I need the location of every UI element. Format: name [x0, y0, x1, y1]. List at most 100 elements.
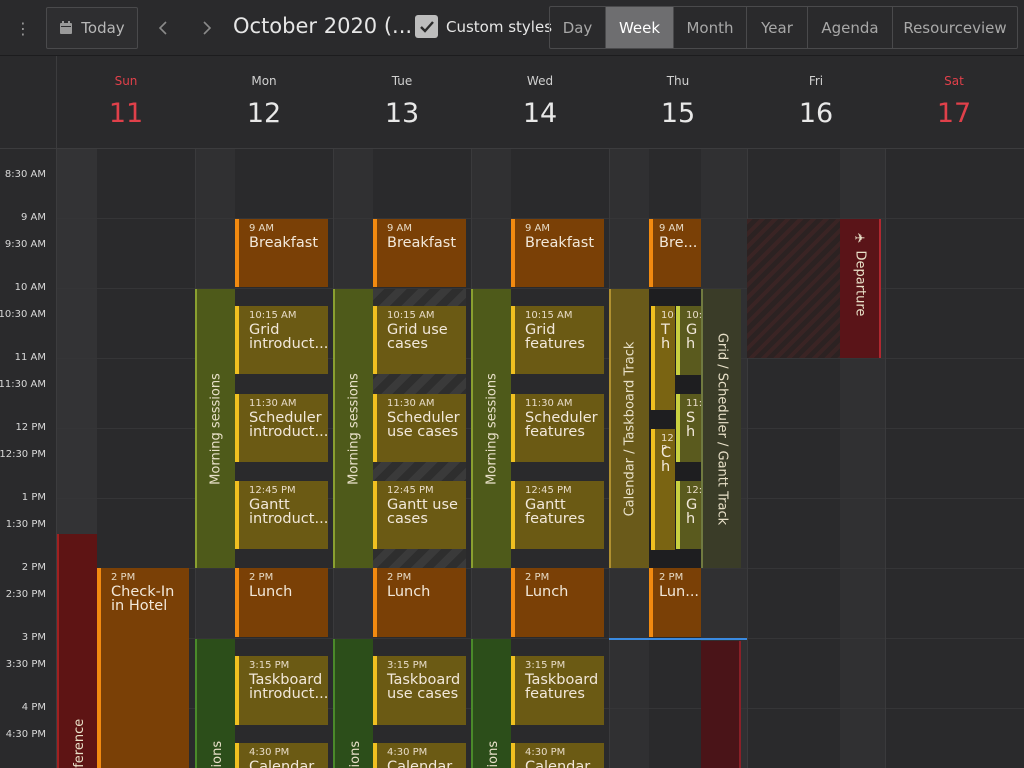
time-label: 4 PM [21, 702, 46, 713]
event-grid-scheduler-gantt-track[interactable]: Grid / Scheduler / Gantt Track [701, 289, 741, 568]
departure-content: ✈ Departure [852, 232, 867, 317]
event-scheduler-use-cases[interactable]: 11:30 AM Scheduler use cases [373, 394, 466, 462]
day-number: 14 [522, 98, 558, 129]
view-day-button[interactable]: Day [550, 7, 606, 48]
event-title: Lunch [387, 584, 431, 600]
view-month-button[interactable]: Month [674, 7, 747, 48]
day-number: 17 [936, 98, 972, 129]
event-breakfast-mon[interactable]: 9 AM Breakfast [235, 219, 328, 287]
day-name: Mon [251, 74, 277, 88]
event-calendar-mon[interactable]: 4:30 PM Calendar [235, 743, 328, 768]
view-year-button[interactable]: Year [747, 7, 808, 48]
day-number: 13 [384, 98, 420, 129]
event-title: Breakfast [525, 235, 595, 251]
event-thu-afternoon[interactable]: P [701, 641, 741, 768]
event-morning-sessions-tue[interactable]: Morning sessions [333, 289, 373, 568]
day-header-mon[interactable]: Mon 12 [195, 56, 333, 149]
event-grid-intro[interactable]: 10:15 AM Grid introduct... [235, 306, 328, 374]
event-time: 12:4 [686, 485, 701, 496]
event-thu-session-b2[interactable]: 11:3 S h [676, 394, 701, 462]
calendar-icon [60, 21, 73, 34]
event-title: Taskboard features [525, 672, 599, 702]
event-title: T h [661, 322, 671, 352]
today-button[interactable]: Today [46, 7, 138, 49]
event-title: Morning sessions [346, 372, 362, 485]
event-title: essions [486, 740, 501, 768]
event-time: 11:30 AM [387, 398, 435, 409]
event-title: Morning sessions [484, 372, 500, 485]
day-header-sat[interactable]: Sat 17 [885, 56, 1023, 149]
event-scheduler-intro[interactable]: 11:30 AM Scheduler introduct... [235, 394, 328, 462]
event-morning-sessions-mon[interactable]: Morning sessions [195, 289, 235, 568]
event-title: Grid use cases [387, 322, 448, 352]
time-label: 11:30 AM [0, 379, 46, 390]
event-title: Lun... [659, 584, 700, 600]
event-taskboard-use-cases[interactable]: 3:15 PM Taskboard use cases [373, 656, 466, 725]
event-scheduler-features[interactable]: 11:30 AM Scheduler features [511, 394, 604, 462]
time-label: 3:30 PM [5, 659, 46, 670]
event-title: Morning sessions [208, 372, 224, 485]
event-lunch-mon[interactable]: 2 PM Lunch [235, 568, 328, 637]
time-label: 1 PM [21, 492, 46, 503]
event-calendar-tue[interactable]: 4:30 PM Calendar [373, 743, 466, 768]
event-afternoon-sessions-tue[interactable]: essions [333, 639, 373, 768]
event-breakfast-thu[interactable]: 9 AM Bre... [649, 219, 701, 287]
event-lunch-tue[interactable]: 2 PM Lunch [373, 568, 466, 637]
event-lunch-thu[interactable]: 2 PM Lun... [649, 568, 701, 637]
day-header-wed[interactable]: Wed 14 [471, 56, 609, 149]
event-thu-session-a2[interactable]: 12 P C h [651, 429, 675, 550]
time-label: 1:30 PM [5, 519, 46, 530]
view-agenda-button[interactable]: Agenda [808, 7, 893, 48]
event-time: 11:30 AM [525, 398, 573, 409]
custom-styles-checkbox[interactable]: Custom styles [415, 15, 552, 38]
event-time: 12:45 PM [249, 485, 296, 496]
event-check-in-hotel[interactable]: 2 PM Check-In in Hotel [97, 568, 189, 768]
event-breakfast-wed[interactable]: 9 AM Breakfast [511, 219, 604, 287]
event-title: G h [686, 497, 698, 527]
event-thu-session-b3[interactable]: 12:4 G h [676, 481, 701, 549]
day-header-fri[interactable]: Fri 16 [747, 56, 885, 149]
event-time: 10:15 AM [249, 310, 297, 321]
event-title: Breakfast [249, 235, 319, 251]
event-calendar-taskboard-track[interactable]: Calendar / Taskboard Track [609, 289, 649, 568]
event-lunch-wed[interactable]: 2 PM Lunch [511, 568, 604, 637]
event-breakfast-tue[interactable]: 9 AM Breakfast [373, 219, 466, 287]
time-label: 3 PM [21, 632, 46, 643]
day-name: Thu [666, 74, 690, 88]
event-gantt-features[interactable]: 12:45 PM Gantt features [511, 481, 604, 549]
event-taskboard-intro[interactable]: 3:15 PM Taskboard introduct... [235, 656, 328, 725]
day-header-sun[interactable]: Sun 11 [57, 56, 195, 149]
event-gantt-intro[interactable]: 12:45 PM Gantt introduct... [235, 481, 328, 549]
today-label: Today [81, 19, 125, 37]
event-departure[interactable]: ✈ Departure [840, 219, 881, 358]
week-header: Sun 11 Mon 12 Tue 13 Wed 14 Thu 15 Fri 1… [0, 56, 1024, 149]
event-thu-session-a1[interactable]: 10:1 T h [651, 306, 675, 410]
event-thu-session-b1[interactable]: 10:1 G h [676, 306, 701, 375]
event-afternoon-sessions-mon[interactable]: essions [195, 639, 235, 768]
event-taskboard-features[interactable]: 3:15 PM Taskboard features [511, 656, 604, 725]
event-grid-features[interactable]: 10:15 AM Grid features [511, 306, 604, 374]
event-title: Calendar / Taskboard Track [622, 341, 638, 516]
event-afternoon-sessions-wed[interactable]: essions [471, 639, 511, 768]
event-title: Grid / Scheduler / Gantt Track [714, 332, 730, 525]
next-button[interactable] [194, 8, 220, 48]
event-time: 10:15 AM [387, 310, 435, 321]
checkbox-checked-icon[interactable] [415, 15, 438, 38]
event-title: onference [72, 718, 87, 768]
event-conference[interactable]: onference [57, 534, 97, 768]
event-title: Scheduler introduct... [249, 410, 328, 440]
previous-button[interactable] [150, 8, 176, 48]
menu-button[interactable]: ⋮ [10, 8, 36, 48]
day-header-thu[interactable]: Thu 15 [609, 56, 747, 149]
event-time: 3:15 PM [249, 660, 290, 671]
event-gantt-use-cases[interactable]: 12:45 PM Gantt use cases [373, 481, 466, 549]
event-grid-use-cases[interactable]: 10:15 AM Grid use cases [373, 306, 466, 374]
day-header-tue[interactable]: Tue 13 [333, 56, 471, 149]
event-title: Check-In in Hotel [111, 584, 175, 614]
event-title: Gantt introduct... [249, 497, 328, 527]
event-morning-sessions-wed[interactable]: Morning sessions [471, 289, 511, 568]
event-calendar-wed[interactable]: 4:30 PM Calendar [511, 743, 604, 768]
view-week-button[interactable]: Week [606, 7, 674, 48]
time-label: 4:30 PM [5, 729, 46, 740]
view-resourceview-button[interactable]: Resourceview [893, 7, 1017, 48]
